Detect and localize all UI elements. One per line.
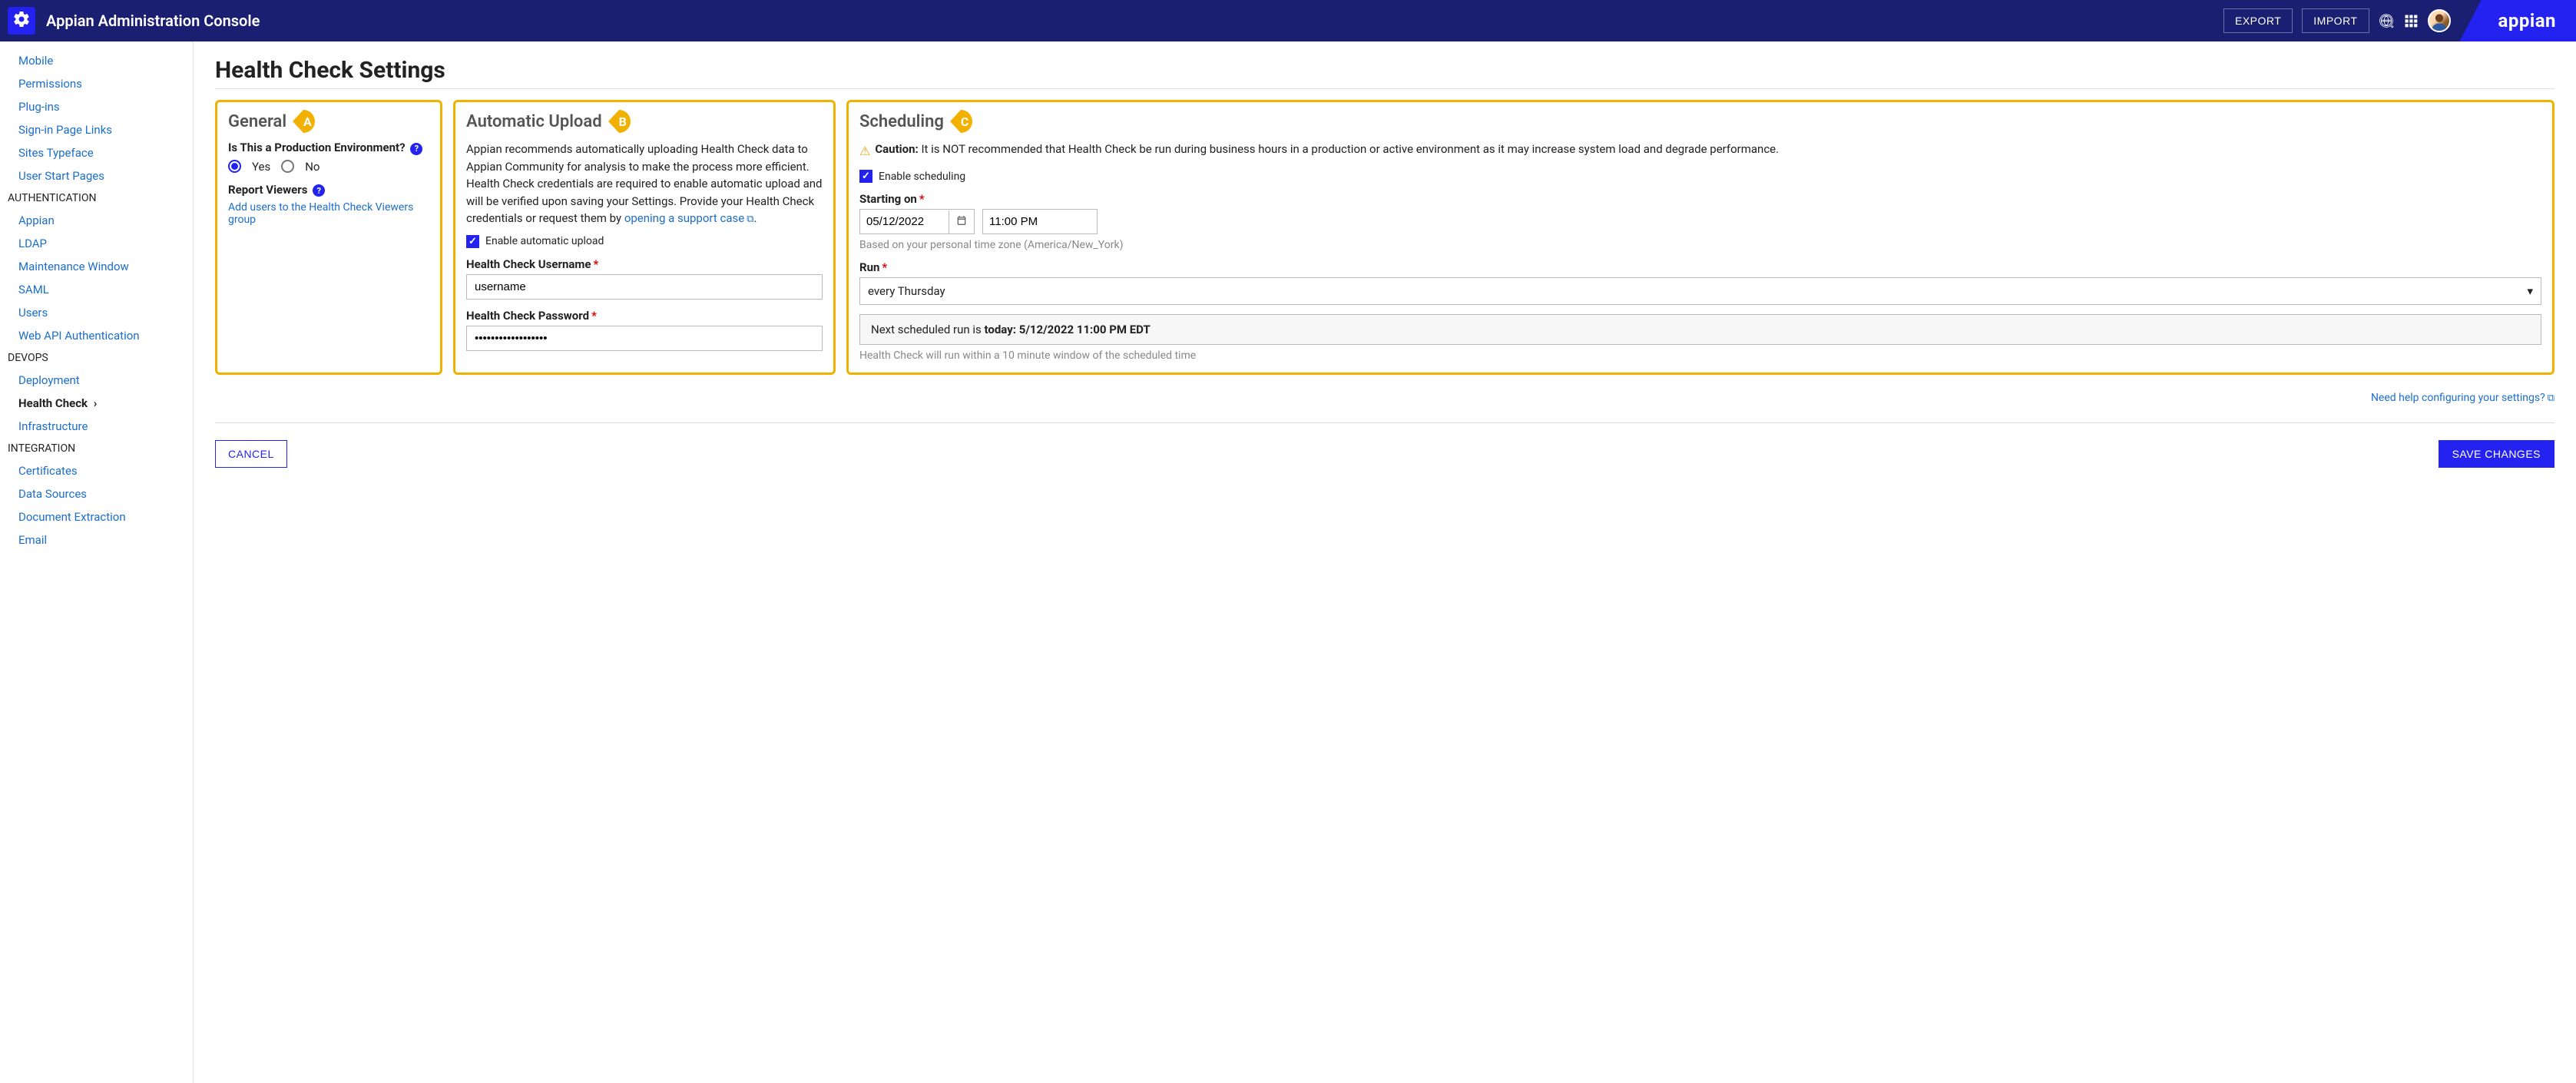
badge-b-icon: B — [608, 110, 642, 133]
start-time-field[interactable] — [982, 209, 1098, 234]
user-avatar[interactable] — [2428, 9, 2451, 32]
global-search-icon[interactable] — [2379, 13, 2394, 28]
general-heading: General — [228, 112, 286, 131]
sidebar-category-authentication: AUTHENTICATION — [0, 187, 193, 209]
enable-autoupload-label: Enable automatic upload — [485, 235, 604, 247]
main-content: Health Check Settings General A Is This … — [193, 41, 2576, 1083]
autoupload-heading: Automatic Upload — [466, 112, 602, 131]
sidebar-item-sites-typeface[interactable]: Sites Typeface — [0, 141, 193, 164]
sidebar-item-plug-ins[interactable]: Plug-ins — [0, 95, 193, 118]
starting-on-label: Starting on* — [859, 192, 2541, 206]
app-header: Appian Administration Console EXPORT IMP… — [0, 0, 2576, 41]
password-input[interactable] — [466, 326, 823, 351]
enable-scheduling-label: Enable scheduling — [879, 171, 965, 183]
run-frequency-value: every Thursday — [868, 284, 945, 298]
card-automatic-upload: Automatic Upload B Appian recommends aut… — [453, 100, 836, 375]
run-label: Run* — [859, 260, 2541, 274]
card-scheduling: Scheduling C ⚠ Caution: It is NOT recomm… — [846, 100, 2554, 375]
autoupload-description: Appian recommends automatically uploadin… — [466, 141, 823, 227]
prod-no-radio[interactable] — [281, 160, 294, 173]
badge-a-icon: A — [293, 110, 326, 133]
sidebar-item-web-api-authentication[interactable]: Web API Authentication — [0, 324, 193, 347]
enable-scheduling-checkbox[interactable] — [859, 170, 872, 183]
sidebar-item-deployment[interactable]: Deployment — [0, 369, 193, 392]
sidebar-nav: MobilePermissionsPlug-insSign-in Page Li… — [0, 41, 194, 1083]
add-users-link[interactable]: Add users to the Health Check Viewers gr… — [228, 201, 413, 226]
sidebar-item-data-sources[interactable]: Data Sources — [0, 482, 193, 505]
enable-autoupload-checkbox[interactable] — [466, 235, 479, 248]
prod-env-label: Is This a Production Environment? ? — [228, 141, 429, 155]
help-configuring-link[interactable]: Need help configuring your settings?⧉ — [2371, 392, 2554, 404]
sidebar-item-maintenance-window[interactable]: Maintenance Window — [0, 255, 193, 278]
prod-no-label: No — [305, 160, 320, 174]
sidebar-item-ldap[interactable]: LDAP — [0, 232, 193, 255]
sidebar-item-infrastructure[interactable]: Infrastructure — [0, 415, 193, 438]
sidebar-item-permissions[interactable]: Permissions — [0, 72, 193, 95]
sidebar-item-email[interactable]: Email — [0, 528, 193, 551]
sidebar-item-health-check[interactable]: Health Check › — [0, 392, 193, 415]
sidebar-item-user-start-pages[interactable]: User Start Pages — [0, 164, 193, 187]
start-time-input[interactable] — [983, 210, 1097, 233]
password-label: Health Check Password* — [466, 309, 823, 323]
start-date-field[interactable] — [859, 209, 975, 234]
import-button[interactable]: IMPORT — [2302, 8, 2369, 33]
timezone-hint: Based on your personal time zone (Americ… — [859, 239, 2541, 251]
header-title: Appian Administration Console — [46, 12, 260, 30]
caution-warning: ⚠ Caution: It is NOT recommended that He… — [859, 141, 2541, 161]
cancel-button[interactable]: CANCEL — [215, 440, 287, 468]
username-input[interactable] — [466, 274, 823, 300]
sidebar-item-mobile[interactable]: Mobile — [0, 49, 193, 72]
badge-c-icon: C — [950, 110, 984, 133]
sidebar-category-integration: INTEGRATION — [0, 438, 193, 459]
export-button[interactable]: EXPORT — [2223, 8, 2293, 33]
save-changes-button[interactable]: SAVE CHANGES — [2439, 440, 2554, 468]
prod-yes-label: Yes — [252, 160, 270, 174]
sidebar-item-certificates[interactable]: Certificates — [0, 459, 193, 482]
warning-icon: ⚠ — [859, 142, 870, 161]
apps-grid-icon[interactable] — [2403, 13, 2419, 28]
page-title: Health Check Settings — [215, 57, 2554, 84]
sidebar-item-appian[interactable]: Appian — [0, 209, 193, 232]
chevron-down-icon: ▾ — [2527, 284, 2533, 298]
settings-gear-icon[interactable] — [8, 7, 35, 35]
help-icon[interactable]: ? — [410, 143, 422, 155]
username-label: Health Check Username* — [466, 257, 823, 271]
prod-yes-radio[interactable] — [228, 160, 241, 173]
help-icon[interactable]: ? — [313, 184, 325, 197]
schedule-window-hint: Health Check will run within a 10 minute… — [859, 349, 2541, 362]
external-link-icon: ⧉ — [747, 214, 753, 225]
run-frequency-select[interactable]: every Thursday ▾ — [859, 277, 2541, 305]
support-case-link[interactable]: opening a support case⧉ — [624, 211, 754, 225]
start-date-input[interactable] — [860, 210, 949, 233]
brand-logo: appian — [2460, 0, 2576, 41]
calendar-icon[interactable] — [949, 210, 974, 233]
sidebar-item-users[interactable]: Users — [0, 301, 193, 324]
card-general: General A Is This a Production Environme… — [215, 100, 442, 375]
external-link-icon: ⧉ — [2548, 392, 2554, 404]
sidebar-category-devops: DEVOPS — [0, 347, 193, 369]
scheduling-heading: Scheduling — [859, 112, 944, 131]
chevron-right-icon: › — [91, 396, 97, 410]
next-run-info: Next scheduled run is today: 5/12/2022 1… — [859, 314, 2541, 345]
sidebar-item-saml[interactable]: SAML — [0, 278, 193, 301]
sidebar-item-sign-in-page-links[interactable]: Sign-in Page Links — [0, 118, 193, 141]
report-viewers-label: Report Viewers ? — [228, 183, 429, 197]
sidebar-item-document-extraction[interactable]: Document Extraction — [0, 505, 193, 528]
